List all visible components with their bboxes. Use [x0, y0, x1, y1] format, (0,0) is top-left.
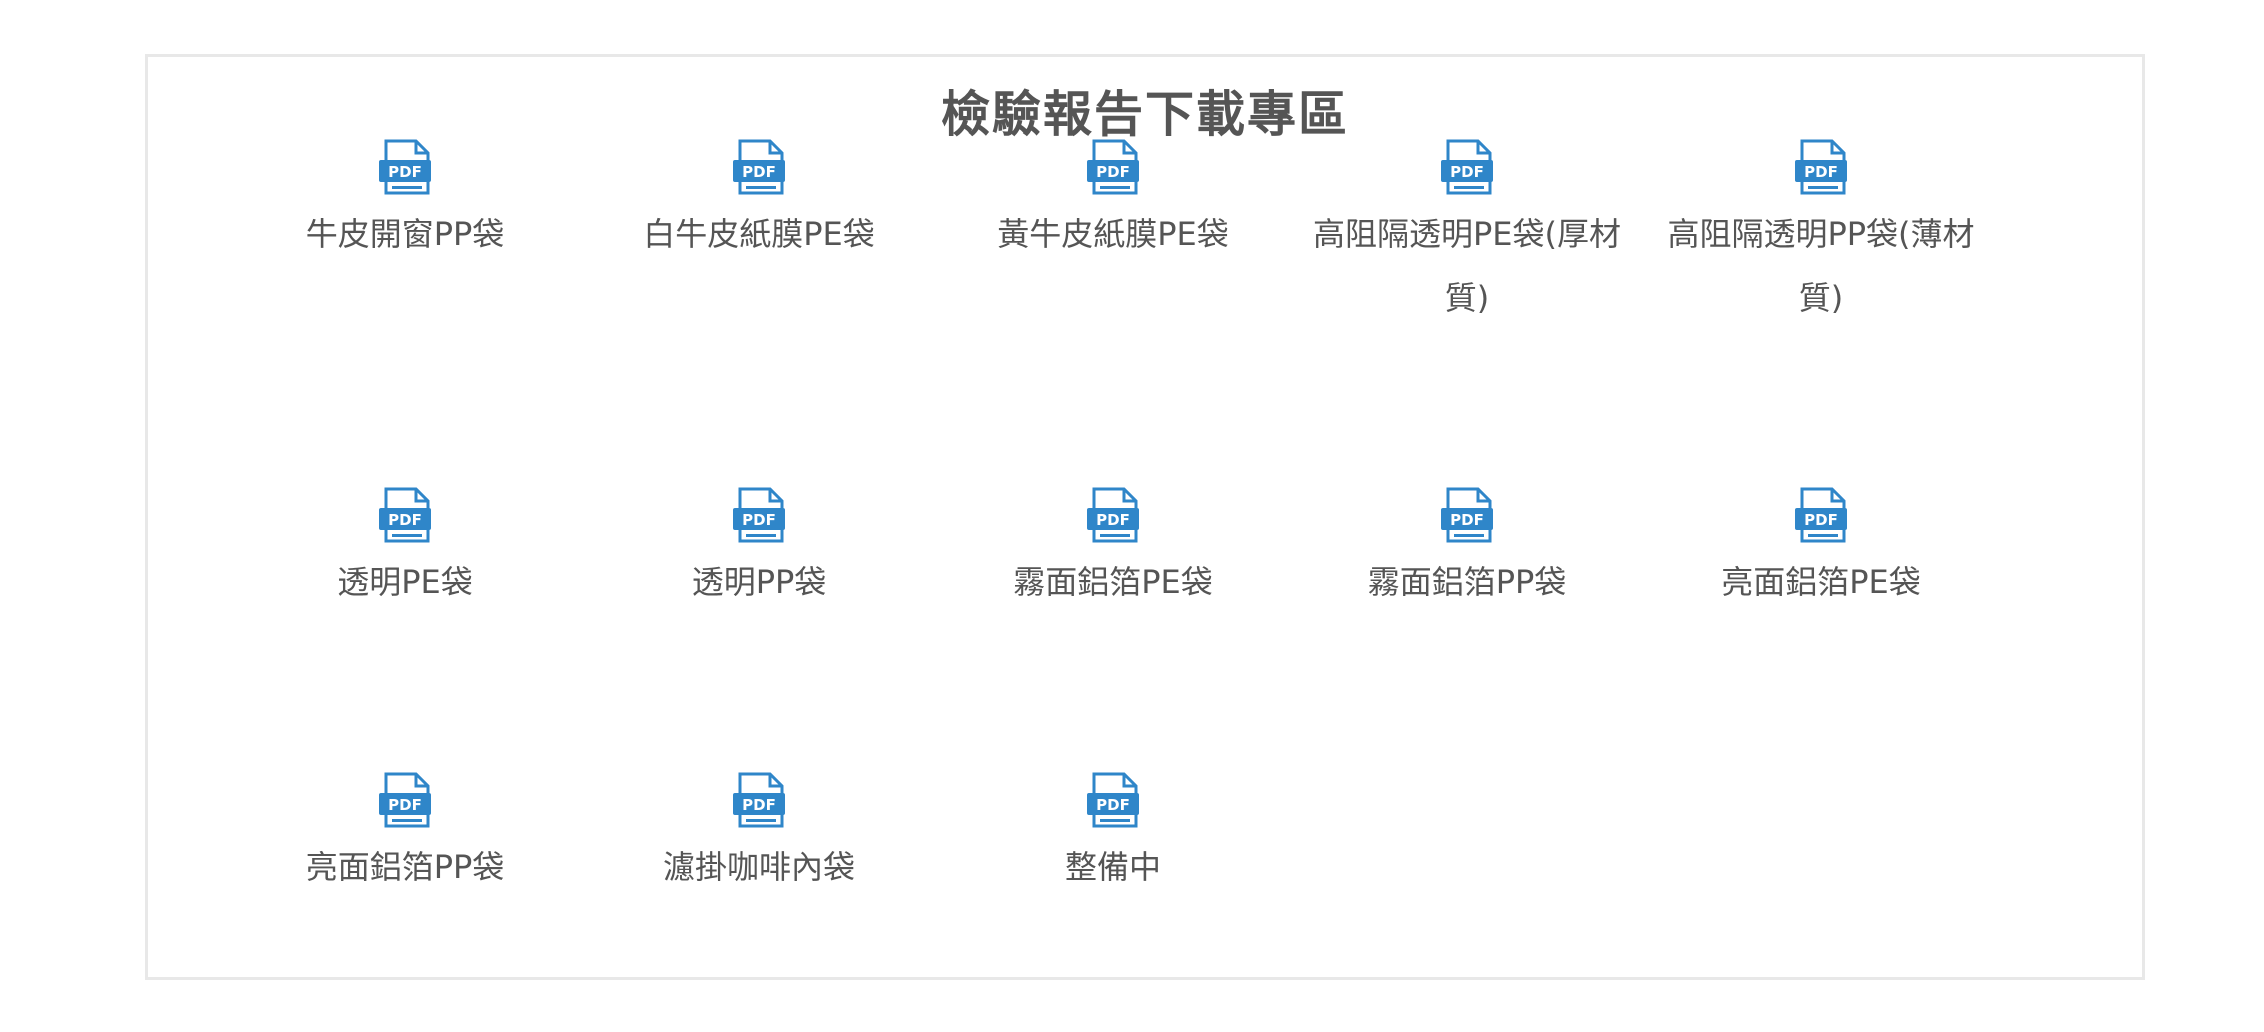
- report-label: 透明PE袋: [337, 563, 473, 601]
- report-label: 亮面鋁箔PE袋: [1721, 563, 1921, 601]
- report-label: 白牛皮紙膜PE袋: [643, 215, 875, 253]
- report-label: 霧面鋁箔PE袋: [1013, 563, 1213, 601]
- pdf-icon: [1794, 139, 1848, 195]
- pdf-icon: [732, 772, 786, 828]
- pdf-icon: [378, 772, 432, 828]
- pdf-icon: [1440, 487, 1494, 543]
- report-label: 透明PP袋: [691, 563, 827, 601]
- report-label: 高阻隔透明PE袋(厚材質): [1312, 215, 1621, 317]
- report-link-matte-foil-pp-bag[interactable]: 霧面鋁箔PP袋: [1302, 487, 1632, 614]
- report-link-clear-pp-bag[interactable]: 透明PP袋: [594, 487, 924, 614]
- report-label: 牛皮開窗PP袋: [305, 215, 505, 253]
- report-label: 高阻隔透明PP袋(薄材質): [1667, 215, 1975, 317]
- report-label: 亮面鋁箔PP袋: [305, 848, 505, 886]
- report-link-drip-coffee-inner-bag[interactable]: 濾掛咖啡內袋: [594, 772, 924, 899]
- pdf-icon: [1086, 139, 1140, 195]
- pdf-icon: [1794, 487, 1848, 543]
- pdf-icon: [1086, 487, 1140, 543]
- report-link-clear-pe-bag[interactable]: 透明PE袋: [240, 487, 570, 614]
- report-label: 整備中: [1064, 848, 1161, 886]
- pdf-icon: [378, 487, 432, 543]
- report-link-glossy-foil-pp-bag[interactable]: 亮面鋁箔PP袋: [240, 772, 570, 899]
- report-link-matte-foil-pe-bag[interactable]: 霧面鋁箔PE袋: [948, 487, 1278, 614]
- report-link-high-barrier-pp-bag[interactable]: 高阻隔透明PP袋(薄材質): [1656, 139, 1986, 330]
- pdf-icon: [732, 139, 786, 195]
- report-link-kraft-window-pp-bag[interactable]: 牛皮開窗PP袋: [240, 139, 570, 266]
- report-label: 黃牛皮紙膜PE袋: [997, 215, 1229, 253]
- report-link-in-preparation[interactable]: 整備中: [948, 772, 1278, 899]
- pdf-icon: [1440, 139, 1494, 195]
- report-link-white-kraft-pe-bag[interactable]: 白牛皮紙膜PE袋: [594, 139, 924, 266]
- report-link-glossy-foil-pe-bag[interactable]: 亮面鋁箔PE袋: [1656, 487, 1986, 614]
- report-label: 霧面鋁箔PP袋: [1367, 563, 1567, 601]
- pdf-icon: [1086, 772, 1140, 828]
- report-link-yellow-kraft-pe-bag[interactable]: 黃牛皮紙膜PE袋: [948, 139, 1278, 266]
- pdf-icon: [378, 139, 432, 195]
- pdf-icon: [732, 487, 786, 543]
- report-link-high-barrier-pe-bag[interactable]: 高阻隔透明PE袋(厚材質): [1302, 139, 1632, 330]
- report-label: 濾掛咖啡內袋: [662, 848, 855, 886]
